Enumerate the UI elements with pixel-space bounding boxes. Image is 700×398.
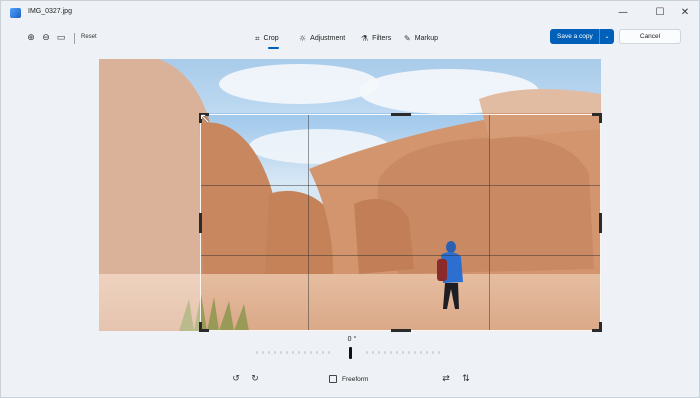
tab-adjustment[interactable]: ☼ Adjustment: [299, 32, 345, 46]
aspect-ratio-label: Freeform: [342, 375, 369, 383]
crop-grid-line: [201, 255, 600, 256]
crop-handle-right[interactable]: [599, 213, 602, 233]
zoom-out-icon[interactable]: ⊖: [39, 31, 53, 45]
rotate-left-icon[interactable]: ↺: [229, 372, 243, 386]
reset-button[interactable]: Reset: [81, 34, 97, 40]
tab-adjustment-label: Adjustment: [310, 35, 346, 42]
crop-icon: ⌗: [255, 34, 260, 43]
minimize-icon[interactable]: —: [611, 5, 635, 21]
aspect-ratio-dropdown[interactable]: Freeform: [329, 373, 368, 385]
crop-handle-bottom[interactable]: [391, 329, 411, 332]
mouse-cursor-icon: ↖: [199, 111, 211, 127]
crop-handle-left[interactable]: [199, 213, 202, 233]
tab-filters-label: Filters: [372, 35, 392, 42]
rotation-angle-label: 0 °: [347, 336, 357, 343]
crop-grid-line: [308, 115, 309, 330]
markup-pen-icon: ✎: [404, 34, 411, 43]
crop-outside-mask-left: [99, 59, 200, 331]
maximize-icon[interactable]: ☐: [648, 5, 672, 21]
tab-crop[interactable]: ⌗ Crop: [255, 32, 279, 46]
adjustment-icon: ☼: [299, 34, 307, 43]
aspect-ratio-icon: [329, 375, 337, 383]
filters-icon: ⚗: [361, 34, 369, 43]
crop-handle-bottom-right[interactable]: [599, 322, 602, 332]
selected-tab-indicator: [268, 47, 279, 49]
tab-markup[interactable]: ✎ Markup: [404, 32, 438, 46]
crop-grid-line: [489, 115, 490, 330]
toolbar-divider: [74, 33, 75, 44]
crop-handle-bottom-left[interactable]: [199, 322, 202, 332]
tab-crop-label: Crop: [263, 35, 279, 42]
flip-horizontal-icon[interactable]: ⇄: [439, 372, 453, 386]
rotation-slider-thumb[interactable]: [349, 347, 352, 359]
crop-handle-top[interactable]: [391, 113, 411, 116]
photos-app-icon: [10, 8, 21, 18]
crop-outside-mask-top: [200, 59, 601, 113]
photos-app-window: IMG_0327.jpg — ☐ ✕ ⊕ ⊖ ▭ Reset ⌗ Crop ☼ …: [0, 0, 700, 398]
tab-markup-label: Markup: [414, 35, 439, 42]
fit-to-window-icon[interactable]: ▭: [54, 31, 68, 45]
title-bar: IMG_0327.jpg — ☐ ✕: [1, 1, 699, 25]
cancel-button[interactable]: Cancel: [619, 29, 681, 44]
crop-grid-line: [201, 185, 600, 186]
save-a-copy-button[interactable]: Save a copy ⌄: [550, 29, 614, 44]
tab-filters[interactable]: ⚗ Filters: [361, 32, 391, 46]
rotation-ticks-right[interactable]: [366, 351, 440, 355]
chevron-down-icon[interactable]: ⌄: [600, 33, 614, 40]
rotation-ticks-left[interactable]: [256, 351, 330, 355]
rotate-right-icon[interactable]: ↻: [248, 372, 262, 386]
window-title: IMG_0327.jpg: [28, 8, 72, 15]
crop-frame[interactable]: [199, 113, 602, 332]
zoom-in-icon[interactable]: ⊕: [24, 31, 38, 45]
save-a-copy-label: Save a copy: [557, 33, 593, 40]
flip-vertical-icon[interactable]: ⇅: [459, 372, 473, 386]
crop-handle-top-right[interactable]: [599, 113, 602, 123]
close-icon[interactable]: ✕: [673, 5, 697, 21]
